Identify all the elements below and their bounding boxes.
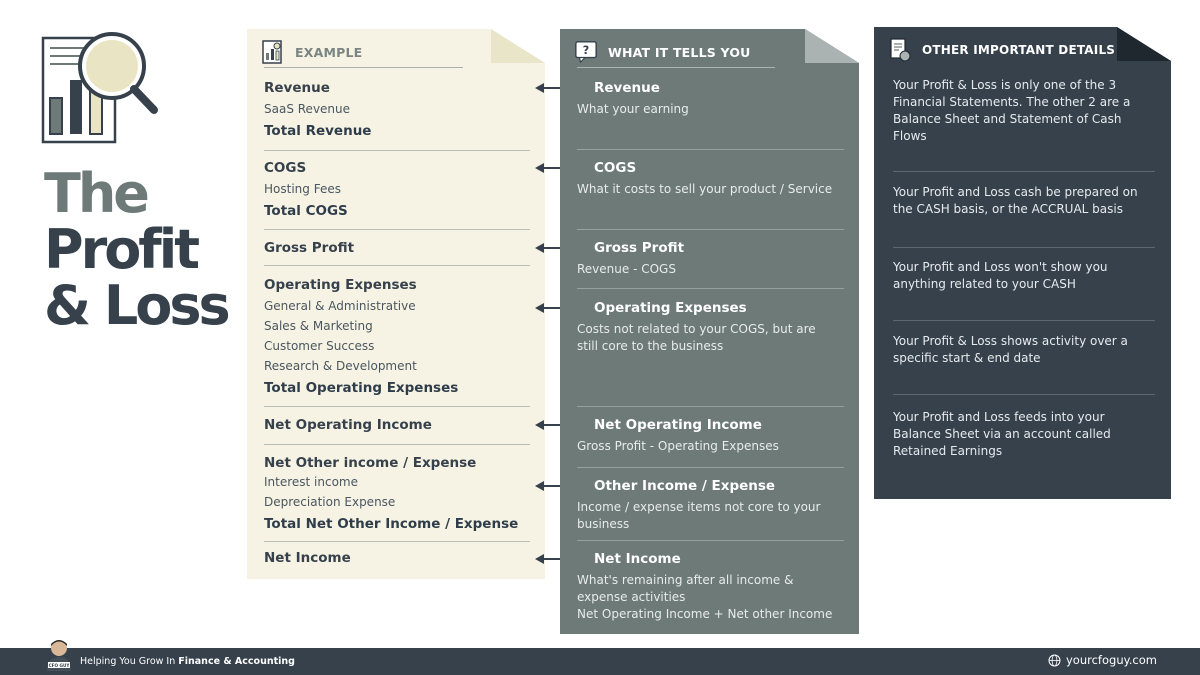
footer-site-label: yourcfoguy.com (1066, 653, 1157, 667)
footer-tagline-bold: Finance & Accounting (178, 656, 295, 667)
tells-header: ? WHAT IT TELLS YOU (574, 35, 751, 69)
example-research-development: Research & Development (264, 359, 417, 373)
tells-cogs-desc: What it costs to sell your product / Ser… (577, 182, 833, 196)
title-line-loss: & Loss (44, 274, 231, 337)
tells-revenue-desc: What your earning (577, 102, 689, 116)
example-opex-heading: Operating Expenses (264, 277, 417, 293)
divider (577, 406, 844, 407)
question-bubble-icon: ? (575, 41, 597, 64)
page-title: The Profit & Loss (44, 162, 231, 337)
tells-net-income-heading: Net Income (594, 551, 681, 567)
example-hosting-fees: Hosting Fees (264, 182, 341, 196)
example-saas-revenue: SaaS Revenue (264, 102, 351, 116)
divider (264, 444, 530, 445)
divider (264, 541, 530, 542)
avatar: CFO GUY (47, 640, 71, 671)
detail-item: Your Profit and Loss won't show you anyt… (893, 260, 1108, 291)
details-header: OTHER IMPORTANT DETAILS (888, 33, 1115, 67)
example-total-revenue: Total Revenue (264, 123, 372, 139)
example-other-heading: Net Other income / Expense (264, 455, 477, 471)
detail-item: Your Profit & Loss shows activity over a… (893, 334, 1128, 365)
tells-gross-profit-desc: Revenue - COGS (577, 262, 676, 276)
example-general-admin: General & Administrative (264, 299, 416, 313)
divider (264, 150, 530, 151)
what-it-tells-you-panel: ? WHAT IT TELLS YOU Revenue What your ea… (560, 29, 859, 634)
footer-tagline-prefix: Helping You Grow In (80, 656, 179, 667)
magnifier-report-icon (41, 32, 158, 144)
detail-item: Your Profit and Loss feeds into your Bal… (893, 410, 1111, 458)
footer-tagline: Helping You Grow In Finance & Accounting (80, 656, 295, 667)
tells-net-operating-income-desc: Gross Profit - Operating Expenses (577, 439, 779, 453)
example-total-other: Total Net Other Income / Expense (264, 516, 519, 532)
tells-net-operating-income-heading: Net Operating Income (594, 417, 762, 433)
tells-other-desc: Income / expense items not core to your … (577, 500, 821, 531)
example-customer-success: Customer Success (264, 339, 375, 353)
tells-revenue-heading: Revenue (594, 80, 660, 96)
example-depreciation: Depreciation Expense (264, 495, 396, 509)
tells-header-label: WHAT IT TELLS YOU (608, 44, 751, 60)
example-header-label: EXAMPLE (295, 44, 363, 60)
example-total-opex: Total Operating Expenses (264, 380, 459, 396)
divider (264, 67, 463, 68)
detail-item: Your Profit and Loss cash be prepared on… (893, 185, 1138, 216)
example-gross-profit: Gross Profit (264, 240, 355, 256)
tells-net-income-desc: What's remaining after all income & expe… (577, 573, 794, 604)
example-panel: EXAMPLE Revenue SaaS Revenue Total Reven… (247, 29, 545, 579)
divider (577, 540, 844, 541)
document-coin-icon (890, 38, 911, 62)
divider (577, 229, 844, 230)
divider (893, 171, 1155, 172)
tells-opex-heading: Operating Expenses (594, 300, 747, 316)
example-interest-income: Interest income (264, 475, 359, 489)
divider (893, 394, 1155, 395)
divider (264, 229, 530, 230)
tells-opex-desc: Costs not related to your COGS, but are … (577, 322, 816, 353)
divider (264, 265, 530, 266)
svg-text:?: ? (583, 44, 589, 57)
divider (893, 247, 1155, 248)
globe-icon (1048, 654, 1061, 666)
tells-net-income-formula: Net Operating Income + Net other Income (577, 607, 833, 621)
example-net-operating-income: Net Operating Income (264, 417, 432, 433)
divider (577, 467, 844, 468)
details-header-label: OTHER IMPORTANT DETAILS (922, 43, 1116, 57)
example-net-income: Net Income (264, 550, 351, 566)
divider (577, 288, 844, 289)
footer-site-link[interactable]: yourcfoguy.com (1048, 653, 1157, 667)
title-line-the: The (44, 162, 150, 225)
example-sales-marketing: Sales & Marketing (264, 319, 373, 333)
divider (577, 149, 844, 150)
avatar-badge: CFO GUY (49, 663, 71, 668)
divider (893, 320, 1155, 321)
title-line-profit: Profit (44, 218, 200, 281)
divider (264, 406, 530, 407)
detail-item: Your Profit & Loss is only one of the 3 … (893, 78, 1131, 143)
example-revenue-heading: Revenue (264, 80, 330, 96)
example-header: EXAMPLE (261, 35, 362, 69)
example-total-cogs: Total COGS (264, 203, 348, 219)
tells-other-heading: Other Income / Expense (594, 478, 776, 494)
tells-gross-profit-heading: Gross Profit (594, 240, 685, 256)
report-chart-icon (262, 40, 282, 64)
tells-cogs-heading: COGS (594, 160, 637, 176)
example-cogs-heading: COGS (264, 160, 307, 176)
divider (577, 67, 775, 68)
other-details-panel: OTHER IMPORTANT DETAILS Your Profit & Lo… (874, 27, 1171, 499)
